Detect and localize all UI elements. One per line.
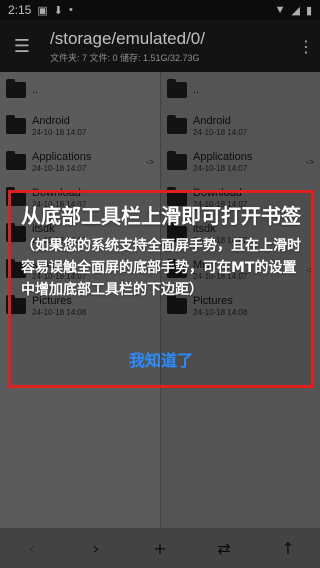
tip-dialog: 从底部工具栏上滑即可打开书签 （如果您的系统支持全面屏手势，且在上滑时容易误触全…: [8, 190, 314, 388]
tip-title: 从底部工具栏上滑即可打开书签: [21, 204, 301, 228]
tip-overlay[interactable]: 从底部工具栏上滑即可打开书签 （如果您的系统支持全面屏手势，且在上滑时容易误触全…: [0, 0, 320, 568]
acknowledge-button[interactable]: 我知道了: [11, 347, 311, 371]
tip-description: （如果您的系统支持全面屏手势，且在上滑时容易误触全面屏的底部手势，可在MT的设置…: [21, 238, 301, 298]
